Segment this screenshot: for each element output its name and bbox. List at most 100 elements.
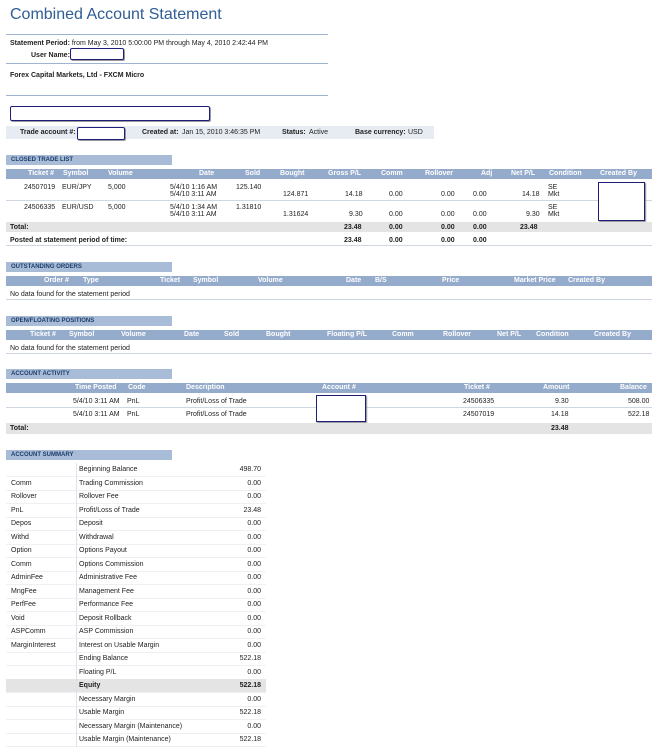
col-comm: Comm [392,331,414,338]
summary-code: Rollover [11,493,37,500]
summary-label: Floating P/L [79,668,117,676]
redacted-trade-account [77,127,125,140]
cell-sold: 1.31810 [236,204,262,211]
col-ticket: Ticket # [28,170,54,177]
cell-gross: 14.18 [345,191,363,198]
summary-value: 0.00 [247,493,261,500]
summary-label: Interest on Usable Margin [79,641,160,649]
summary-label: Necessary Margin [79,695,136,703]
cell-ticket: 24506335 [24,204,56,211]
col-net-pl: Net P/L [511,170,536,177]
summary-value: 498.70 [239,466,261,473]
closed-trade-section-title: CLOSED TRADE LIST [6,155,172,165]
col-volume: Volume [258,277,283,284]
created-at-label: Created at: [142,129,179,136]
col-bought: Bought [280,170,305,177]
cell-date-open: 5/4/10 1:34 AM [170,204,218,211]
posted-rollover: 0.00 [441,237,455,244]
summary-row: Option Options Payout 0.00 [6,544,266,558]
summary-label: Ending Balance [79,655,129,662]
summary-label: Deposit Rollback [79,614,132,622]
cell-adj: 0.00 [473,191,487,198]
col-created-by: Created By [594,331,631,338]
summary-row: PnL Profit/Loss of Trade 23.48 [6,504,266,518]
summary-label: Trading Commission [79,479,143,487]
cell-adj: 0.00 [473,211,487,218]
statement-period: Statement Period: from May 3, 2010 5:00:… [10,40,268,47]
col-floating-pl: Floating P/L [327,331,368,338]
summary-row: Comm Options Commission 0.00 [6,558,266,572]
summary-row: Necessary Margin (Maintenance) 0.00 [6,720,266,734]
col-symbol: Symbol [69,331,95,338]
summary-row: Usable Margin (Maintenance) 522.18 [6,733,266,747]
cell-date-open: 5/4/10 1:16 AM [170,184,218,191]
summary-row: Comm Trading Commission 0.00 [6,477,266,491]
summary-label: Necessary Margin (Maintenance) [79,722,183,730]
summary-value: 0.00 [247,574,261,581]
col-date: Date [346,277,362,284]
summary-value: 0.00 [247,533,261,541]
col-created-by: Created By [600,170,637,177]
cell-bought: 1.31624 [283,211,309,218]
activity-header: Time Posted Code Description Account # T… [6,383,652,393]
cell-rollover: 0.00 [441,191,455,198]
summary-column-divider [76,463,77,747]
col-type: Type [83,277,99,284]
col-gross-pl: Gross P/L [328,170,362,177]
total-adj: 0.00 [473,224,487,231]
summary-row: Depos Deposit 0.00 [6,517,266,531]
total-net: 23.48 [520,224,538,231]
statement-period-value: from May 3, 2010 5:00:00 PM through May … [71,40,268,47]
col-ticket: Ticket # [30,331,56,338]
summary-value: 0.00 [247,668,261,676]
cell-date-close: 5/4/10 3:11 AM [170,211,217,218]
summary-label: ASP Commission [79,628,134,635]
cell-code: PnL [127,411,140,418]
summary-code: Withd [11,533,29,541]
summary-value: 522.18 [239,682,261,689]
col-created-by: Created By [568,277,605,284]
cell-code: PnL [127,398,140,405]
col-code: Code [128,384,146,391]
summary-code: Comm [11,560,32,568]
summary-code: Comm [11,479,32,487]
summary-row: Equity 522.18 [6,679,266,693]
col-condition: Condition [549,170,582,177]
col-bought: Bought [266,331,291,338]
summary-row: MngFee Management Fee 0.00 [6,585,266,599]
company-name: Forex Capital Markets, Ltd - FXCM Micro [10,72,145,79]
summary-label: Rollover Fee [79,493,119,500]
cell-volume: 5,000 [108,204,126,211]
cell-condition: SE [548,184,558,191]
summary-row: Floating P/L 0.00 [6,666,266,680]
redacted-account-number [316,395,366,422]
summary-label: Withdrawal [79,533,114,541]
summary-value: 0.00 [247,560,261,568]
cell-sold: 125.140 [236,184,262,191]
cell-net: 14.18 [522,191,540,198]
divider [6,95,328,96]
cell-amount: 14.18 [551,411,569,418]
cell-balance: 522.18 [628,411,650,418]
cell-date-close: 5/4/10 3:11 AM [170,191,217,198]
summary-code: PerfFee [11,601,36,608]
summary-value: 0.00 [247,722,261,730]
user-name-label: User Name: [31,52,70,59]
col-time-posted: Time Posted [75,384,117,391]
col-symbol: Symbol [63,170,89,177]
cell-time: 5/4/10 3:11 AM [73,398,120,405]
col-sold: Sold [245,170,261,177]
summary-code: MarginInterest [11,641,56,649]
summary-row: ASPComm ASP Commission 0.00 [6,625,266,639]
summary-code: PnL [11,506,24,514]
summary-label: Management Fee [79,587,134,595]
total-label: Total: [10,425,29,432]
summary-row: Void Deposit Rollback 0.00 [6,612,266,626]
cell-ticket: 24507019 [24,184,56,191]
cell-ticket: 24507019 [463,411,495,418]
summary-value: 0.00 [247,479,261,487]
summary-code: Void [11,614,25,622]
total-amount: 23.48 [551,425,569,432]
col-volume: Volume [108,170,133,177]
col-rollover: Rollover [443,331,472,338]
